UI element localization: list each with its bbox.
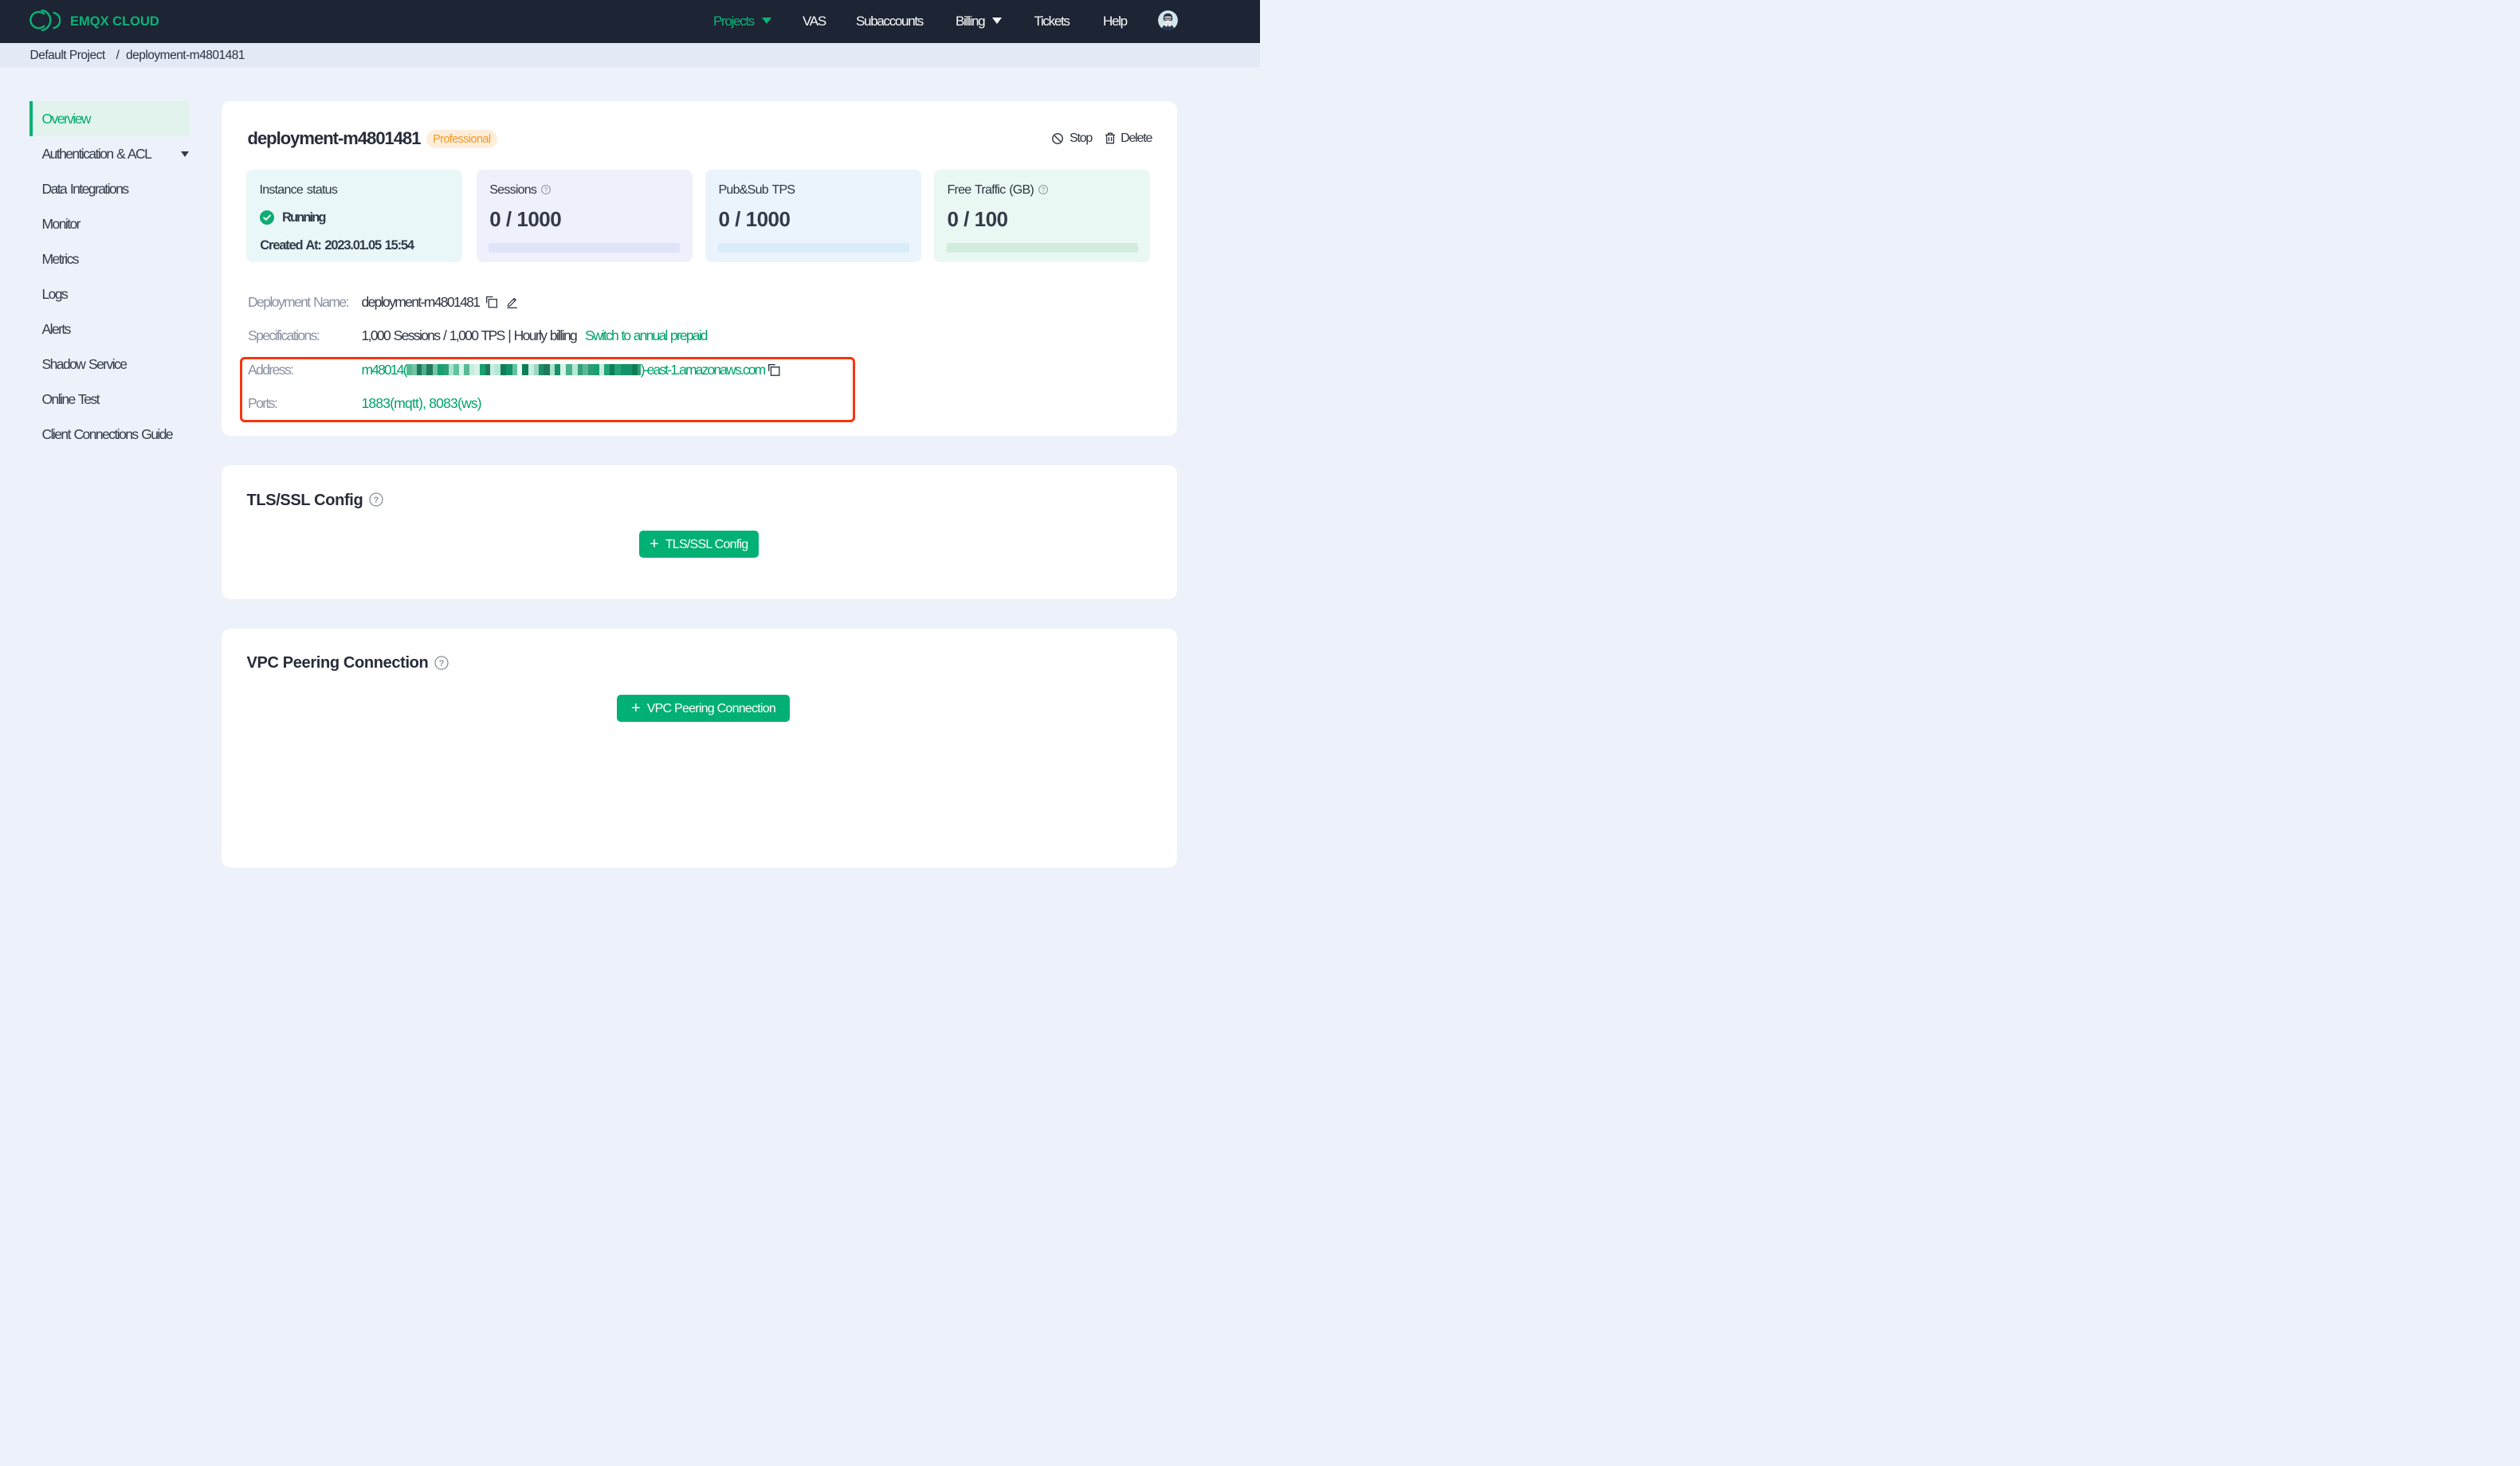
svg-text:?: ? xyxy=(1042,186,1046,194)
svg-text:?: ? xyxy=(374,496,379,505)
svg-text:?: ? xyxy=(544,186,548,194)
svg-text:?: ? xyxy=(439,659,445,668)
